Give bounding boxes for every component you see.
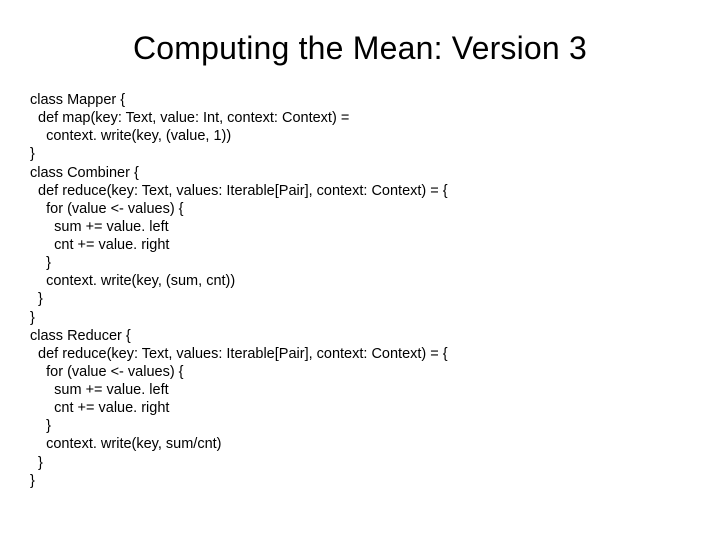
slide-title: Computing the Mean: Version 3 (30, 30, 690, 67)
slide: Computing the Mean: Version 3 class Mapp… (0, 0, 720, 540)
code-block: class Mapper { def map(key: Text, value:… (30, 91, 690, 490)
